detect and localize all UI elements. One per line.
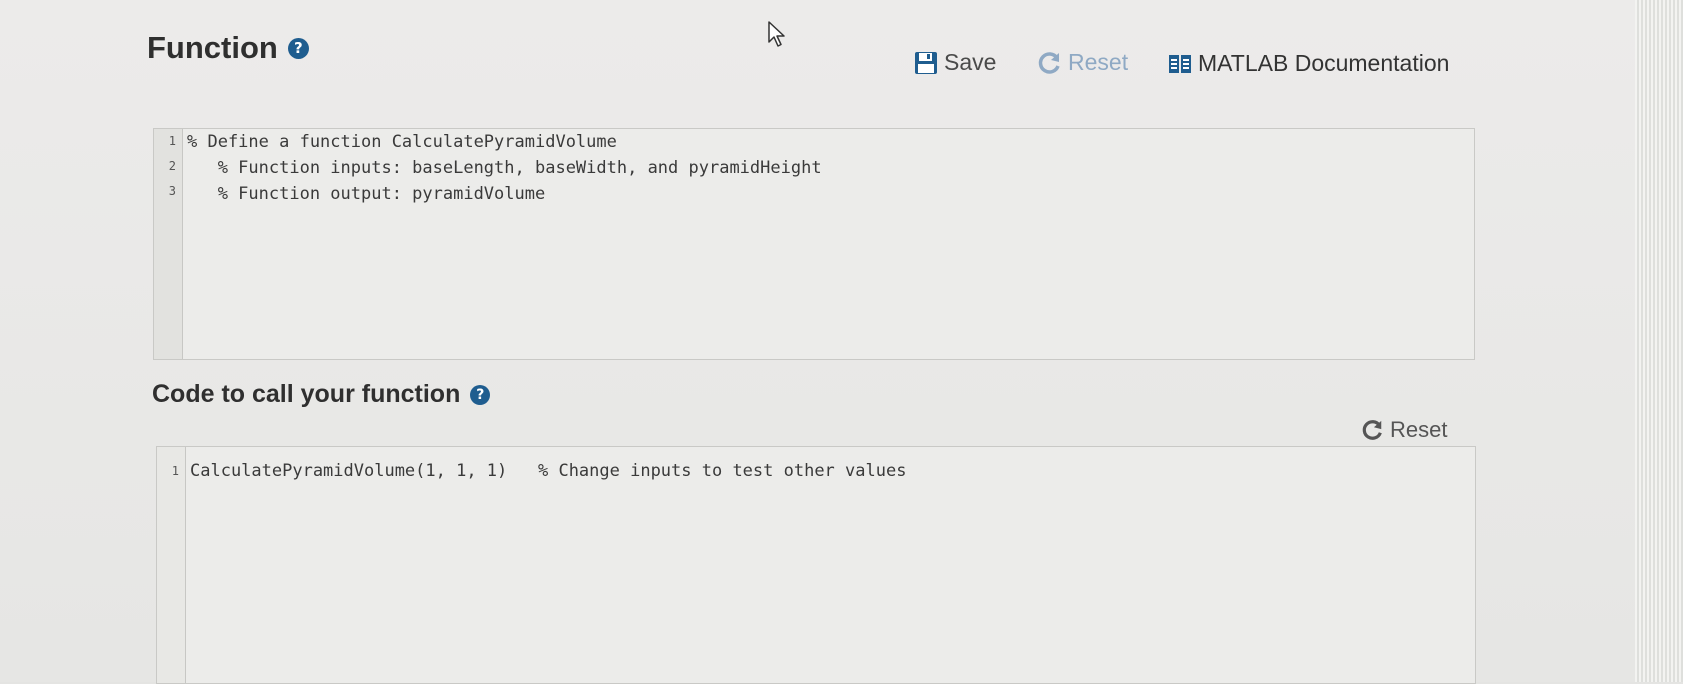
line-number: 1: [168, 134, 176, 148]
screen-edge: [1635, 0, 1683, 682]
mouse-pointer-icon: [767, 20, 789, 53]
code-line[interactable]: % Function inputs: baseLength, baseWidth…: [187, 158, 822, 178]
circular-arrow-icon: [1038, 51, 1062, 75]
help-icon[interactable]: ?: [287, 37, 309, 59]
book-icon: [1168, 53, 1192, 75]
floppy-disk-icon: [914, 51, 938, 75]
code-line[interactable]: CalculatePyramidVolume(1, 1, 1) % Change…: [190, 461, 906, 481]
function-title-text: Function: [147, 30, 278, 65]
line-number-gutter: 1 2 3: [154, 129, 183, 359]
save-button[interactable]: Save: [914, 49, 996, 76]
line-number-gutter: 1: [157, 447, 186, 683]
help-icon[interactable]: ?: [470, 384, 491, 405]
reset-button[interactable]: Reset: [1038, 49, 1128, 76]
reset-call-button[interactable]: Reset: [1362, 417, 1447, 443]
matlab-documentation-link[interactable]: MATLAB Documentation: [1168, 50, 1449, 77]
call-section-title: Code to call your function ?: [152, 380, 491, 409]
function-section-title: Function ?: [147, 30, 309, 66]
code-line[interactable]: % Function output: pyramidVolume: [187, 184, 546, 204]
circular-arrow-icon: [1362, 419, 1384, 441]
call-title-text: Code to call your function: [152, 380, 461, 408]
reset-label: Reset: [1390, 417, 1448, 442]
function-code-editor[interactable]: 1 2 3 % Define a function CalculatePyram…: [153, 128, 1475, 360]
reset-label: Reset: [1068, 49, 1129, 75]
code-line[interactable]: % Define a function CalculatePyramidVolu…: [187, 132, 617, 152]
save-label: Save: [944, 49, 997, 75]
line-number: 1: [171, 464, 179, 478]
line-number: 3: [168, 184, 176, 198]
call-code-editor[interactable]: 1 CalculatePyramidVolume(1, 1, 1) % Chan…: [156, 446, 1476, 684]
line-number: 2: [168, 159, 176, 173]
documentation-label: MATLAB Documentation: [1198, 50, 1450, 76]
